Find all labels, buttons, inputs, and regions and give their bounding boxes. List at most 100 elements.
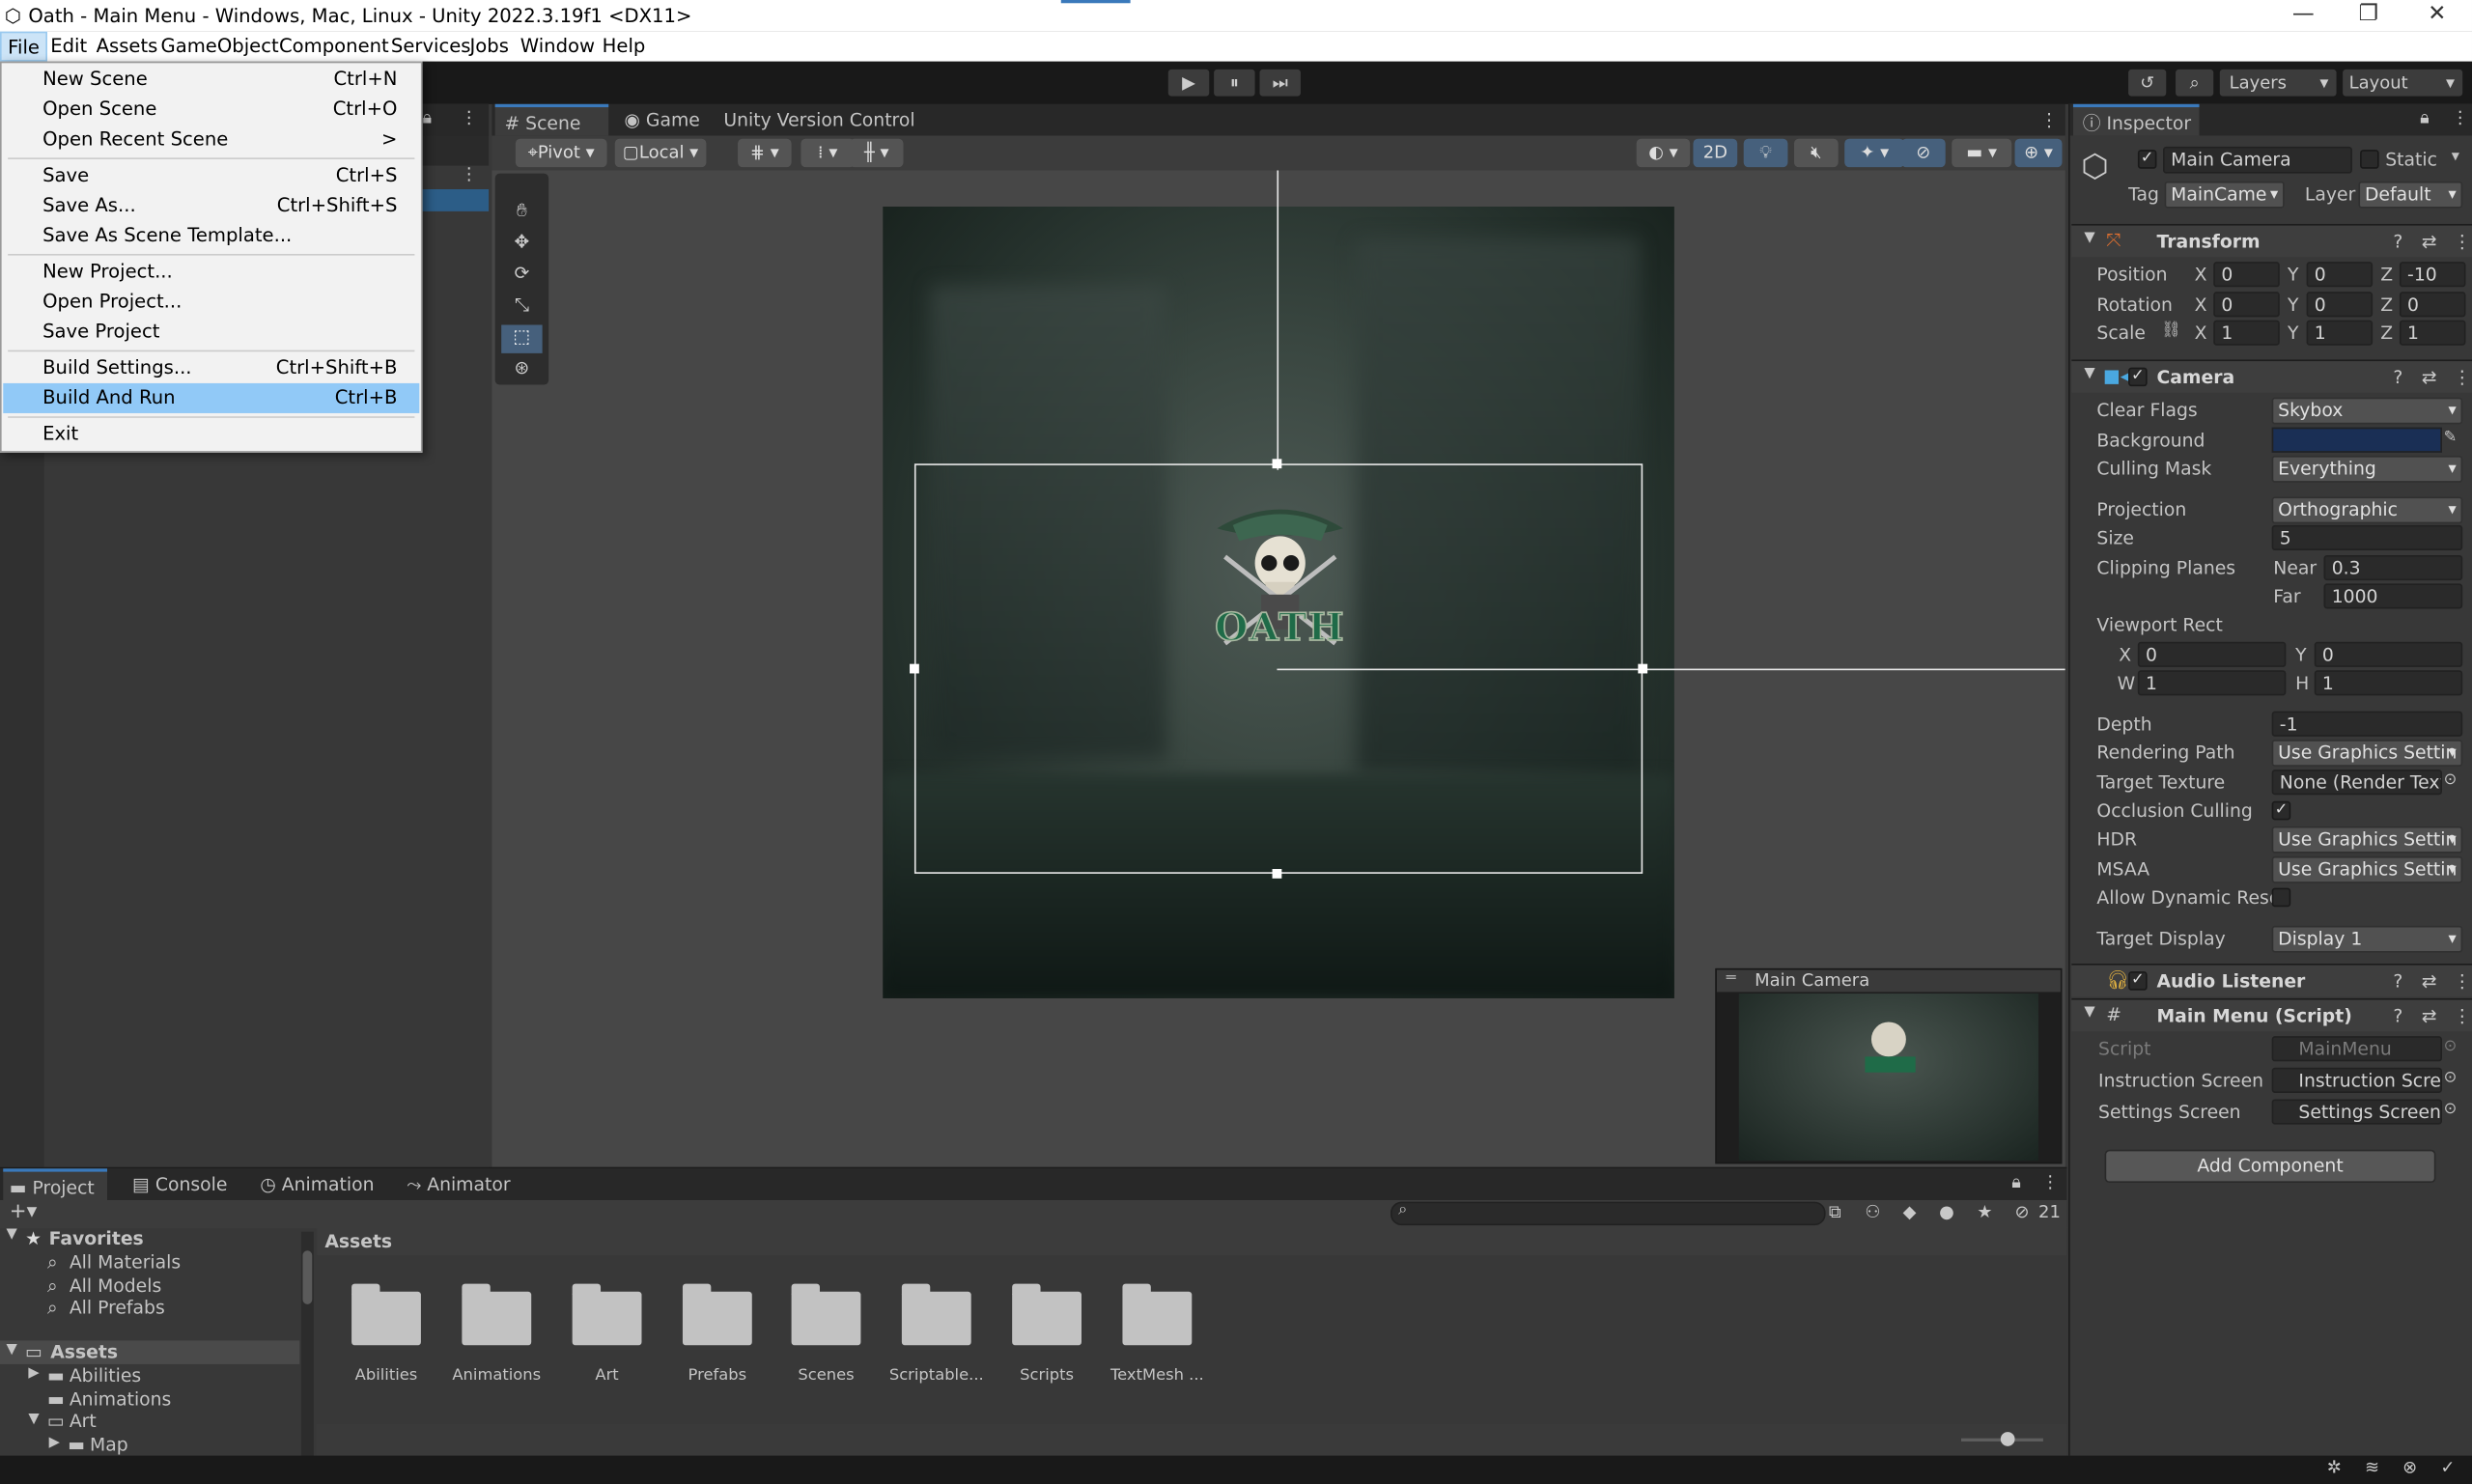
preset-icon[interactable]: ⇄ (2422, 230, 2437, 252)
foldout-arrow-icon[interactable]: ▼ (2084, 366, 2094, 381)
rotation-y-field[interactable]: 0 (2306, 292, 2374, 318)
chevron-down-icon[interactable]: ▾ (2452, 149, 2459, 166)
star-icon[interactable]: ★ (1977, 1202, 1992, 1222)
position-y-field[interactable]: 0 (2306, 262, 2374, 288)
menu-gameobject[interactable]: GameObject (161, 35, 279, 57)
rotation-z-field[interactable]: 0 (2399, 292, 2466, 318)
assets-selected-row[interactable] (0, 1340, 300, 1364)
search-by-type-icon[interactable]: ⧉ (1829, 1202, 1841, 1224)
label-icon[interactable]: ◆ (1903, 1202, 1917, 1222)
settings-screen-field[interactable]: Settings Screen (2271, 1099, 2442, 1125)
tree-animations[interactable]: Animations (70, 1387, 172, 1410)
tab-animator[interactable]: ⤳ Animator (407, 1168, 510, 1200)
scale-x-field[interactable]: 1 (2213, 320, 2280, 346)
dynamic-resolution-checkbox[interactable] (2271, 887, 2291, 908)
ruler-button[interactable]: ╫ ▾ (849, 138, 904, 168)
more-icon[interactable]: ⋮ (2453, 1004, 2471, 1026)
minimize-button[interactable]: — (2292, 2, 2315, 27)
foldout-arrow-icon[interactable]: ▼ (2084, 1004, 2094, 1020)
folder-scenes[interactable]: Scenes (763, 1367, 889, 1385)
transform-tool-icon[interactable]: ⊛ (501, 356, 542, 384)
layer-dropdown[interactable]: Default (2358, 181, 2463, 209)
menu-window[interactable]: Window (520, 35, 595, 57)
rotation-x-field[interactable]: 0 (2213, 292, 2280, 318)
menu-item-exit[interactable]: Exit (3, 419, 419, 449)
search-button[interactable]: ⌕ (2176, 69, 2214, 97)
project-search-input[interactable]: ⌕ (1390, 1201, 1826, 1226)
foldout-arrow-icon[interactable]: ▼ (7, 1342, 17, 1358)
hidden-packages-icon[interactable]: ⊘ (2015, 1202, 2030, 1222)
menu-component[interactable]: Component (279, 35, 389, 57)
warning-icon[interactable]: ● (1939, 1202, 1954, 1222)
preset-icon[interactable]: ⇄ (2422, 970, 2437, 993)
tab-game[interactable]: ◉ Game (615, 104, 700, 136)
tree-abilities[interactable]: Abilities (70, 1364, 141, 1386)
rect-tool-icon[interactable]: ⬚ (501, 324, 543, 353)
rotate-tool-icon[interactable]: ⟳ (501, 262, 542, 290)
folder-icon[interactable] (1009, 1283, 1084, 1348)
menu-item-build-and-run[interactable]: Build And Run Ctrl+B (3, 382, 420, 413)
audio-listener-header[interactable]: 🎧︎ ✓ Audio Listener ? ⇄ ⋮ (2071, 964, 2472, 997)
foldout-arrow-icon[interactable]: ▼ (28, 1412, 39, 1427)
foldout-arrow-icon[interactable]: ▶ (49, 1435, 60, 1450)
position-x-field[interactable]: 0 (2213, 262, 2280, 288)
foldout-arrow-icon[interactable]: ▶ (28, 1366, 39, 1382)
size-field[interactable]: 5 (2271, 524, 2463, 551)
menu-item-open-project[interactable]: Open Project... (3, 287, 419, 317)
hdr-dropdown[interactable]: Use Graphics Settin (2271, 826, 2463, 854)
folder-icon[interactable] (349, 1283, 424, 1348)
near-field[interactable]: 0.3 (2323, 554, 2463, 581)
folder-scriptable[interactable]: Scriptable... (873, 1367, 999, 1385)
layers-dropdown[interactable]: Layers ▾ (2219, 69, 2337, 97)
rendering-path-dropdown[interactable]: Use Graphics Settin (2271, 740, 2463, 767)
visibility-toggle[interactable]: ⊘ (1900, 138, 1946, 168)
occlusion-culling-checkbox[interactable]: ✓ (2271, 800, 2291, 821)
menu-services[interactable]: Services (391, 35, 471, 57)
menu-file[interactable]: File (0, 31, 48, 62)
transform-header[interactable]: ▼ ⤧ Transform ? ⇄ ⋮ (2071, 223, 2472, 258)
help-icon[interactable]: ? (2393, 366, 2402, 388)
tab-inspector[interactable]: ⓘ Inspector (2072, 103, 2200, 136)
link-icon[interactable]: ⛓︎ (2161, 322, 2181, 339)
depth-field[interactable]: -1 (2271, 711, 2463, 737)
frame-handle[interactable] (910, 663, 919, 674)
audio-toggle[interactable]: 🔇︎ (1793, 138, 1839, 168)
menu-item-new-scene[interactable]: New Scene Ctrl+N (3, 65, 419, 95)
more-icon[interactable]: ⋮ (461, 107, 478, 127)
menu-edit[interactable]: Edit (50, 35, 87, 57)
snap-increment-button[interactable]: ⁞ ▾ (801, 138, 855, 168)
zoom-slider-thumb[interactable] (2000, 1432, 2015, 1446)
add-component-button[interactable]: Add Component (2104, 1149, 2436, 1184)
network-icon[interactable]: ⊗ (2402, 1457, 2417, 1477)
folder-icon[interactable] (459, 1283, 534, 1348)
preset-icon[interactable]: ⇄ (2422, 1004, 2437, 1026)
hierarchy-selected-row[interactable] (422, 189, 490, 211)
create-add-icon[interactable]: +▾ (10, 1200, 37, 1224)
menu-item-open-recent-scene[interactable]: Open Recent Scene > (3, 125, 419, 154)
object-picker-icon[interactable]: ⊙ (2444, 1069, 2458, 1086)
assets-root-label[interactable]: Assets (50, 1340, 118, 1362)
draw-mode-dropdown[interactable]: ◐ ▾ (1636, 138, 1691, 168)
target-texture-field[interactable]: None (Render Textu (2271, 770, 2442, 796)
history-button[interactable]: ↺ (2128, 69, 2167, 97)
foldout-arrow-icon[interactable]: ▼ (7, 1227, 17, 1243)
menu-help[interactable]: Help (603, 35, 646, 57)
menu-jobs[interactable]: Jobs (470, 35, 509, 57)
clear-flags-dropdown[interactable]: Skybox (2271, 397, 2463, 425)
frame-handle[interactable] (1272, 869, 1282, 879)
menu-item-save[interactable]: Save Ctrl+S (3, 161, 419, 191)
folder-icon[interactable] (788, 1283, 863, 1348)
maximize-button[interactable]: ❐ (2358, 2, 2378, 27)
more-icon[interactable]: ⋮ (461, 164, 478, 184)
favorite-all-materials[interactable]: All Materials (70, 1250, 181, 1273)
folder-animations[interactable]: Animations (434, 1367, 560, 1385)
more-icon[interactable]: ⋮ (2453, 970, 2471, 993)
folder-textmesh[interactable]: TextMesh ... (1094, 1367, 1221, 1385)
oath-logo[interactable]: OATH (1201, 493, 1359, 675)
menu-item-new-project[interactable]: New Project... (3, 257, 419, 287)
menu-item-save-scene-template[interactable]: Save As Scene Template... (3, 221, 419, 251)
object-picker-icon[interactable]: ⊙ (2444, 1101, 2458, 1118)
foldout-arrow-icon[interactable]: ▼ (2084, 230, 2094, 245)
layout-dropdown[interactable]: Layout ▾ (2343, 69, 2463, 97)
folder-art[interactable]: Art (544, 1367, 670, 1385)
